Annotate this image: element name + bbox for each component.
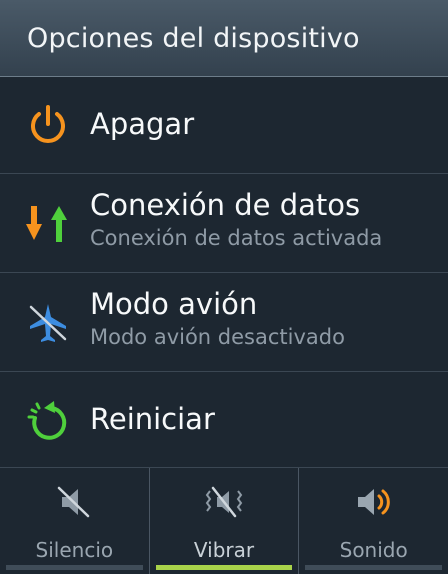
data-transfer-icon: [26, 206, 67, 242]
sound-mode-vibrate-button[interactable]: Vibrar: [148, 468, 299, 574]
menu-item-label: Apagar: [90, 107, 195, 141]
speaker-icon: [357, 489, 390, 515]
menu-item-label: Conexión de datos: [90, 188, 361, 222]
menu-item-data-connection[interactable]: Conexión de datos Conexión de datos acti…: [0, 174, 448, 273]
menu-item-power-off[interactable]: Apagar: [0, 77, 448, 174]
vibrate-icon: [205, 486, 243, 518]
dialog-title: Opciones del dispositivo: [27, 22, 360, 54]
airplane-off-icon: [29, 304, 67, 342]
menu-item-restart[interactable]: Reiniciar: [0, 372, 448, 468]
menu-item-label: Reiniciar: [90, 402, 215, 436]
menu-item-status: Modo avión desactivado: [90, 324, 345, 349]
dialog-header: Opciones del dispositivo: [0, 0, 448, 77]
sound-mode-label: Vibrar: [193, 538, 255, 562]
sound-mode-bar: Silencio Vibrar Sonido: [0, 468, 448, 574]
mute-icon: [58, 486, 90, 518]
sound-mode-label: Sonido: [339, 538, 408, 562]
sound-mode-indicator: [6, 565, 143, 570]
sound-mode-indicator: [155, 565, 293, 570]
sound-mode-sound-button[interactable]: Sonido: [298, 468, 448, 574]
menu-item-label: Modo avión: [90, 287, 258, 321]
sound-mode-label: Silencio: [35, 538, 114, 562]
sound-mode-indicator: [305, 565, 443, 570]
restart-icon: [27, 401, 67, 440]
device-options-dialog: Opciones del dispositivo Apagar Conexión…: [0, 0, 448, 574]
sound-mode-silent-button[interactable]: Silencio: [0, 468, 149, 574]
menu-item-airplane-mode[interactable]: Modo avión Modo avión desactivado: [0, 273, 448, 372]
power-icon: [31, 105, 65, 143]
menu-item-status: Conexión de datos activada: [90, 225, 383, 250]
